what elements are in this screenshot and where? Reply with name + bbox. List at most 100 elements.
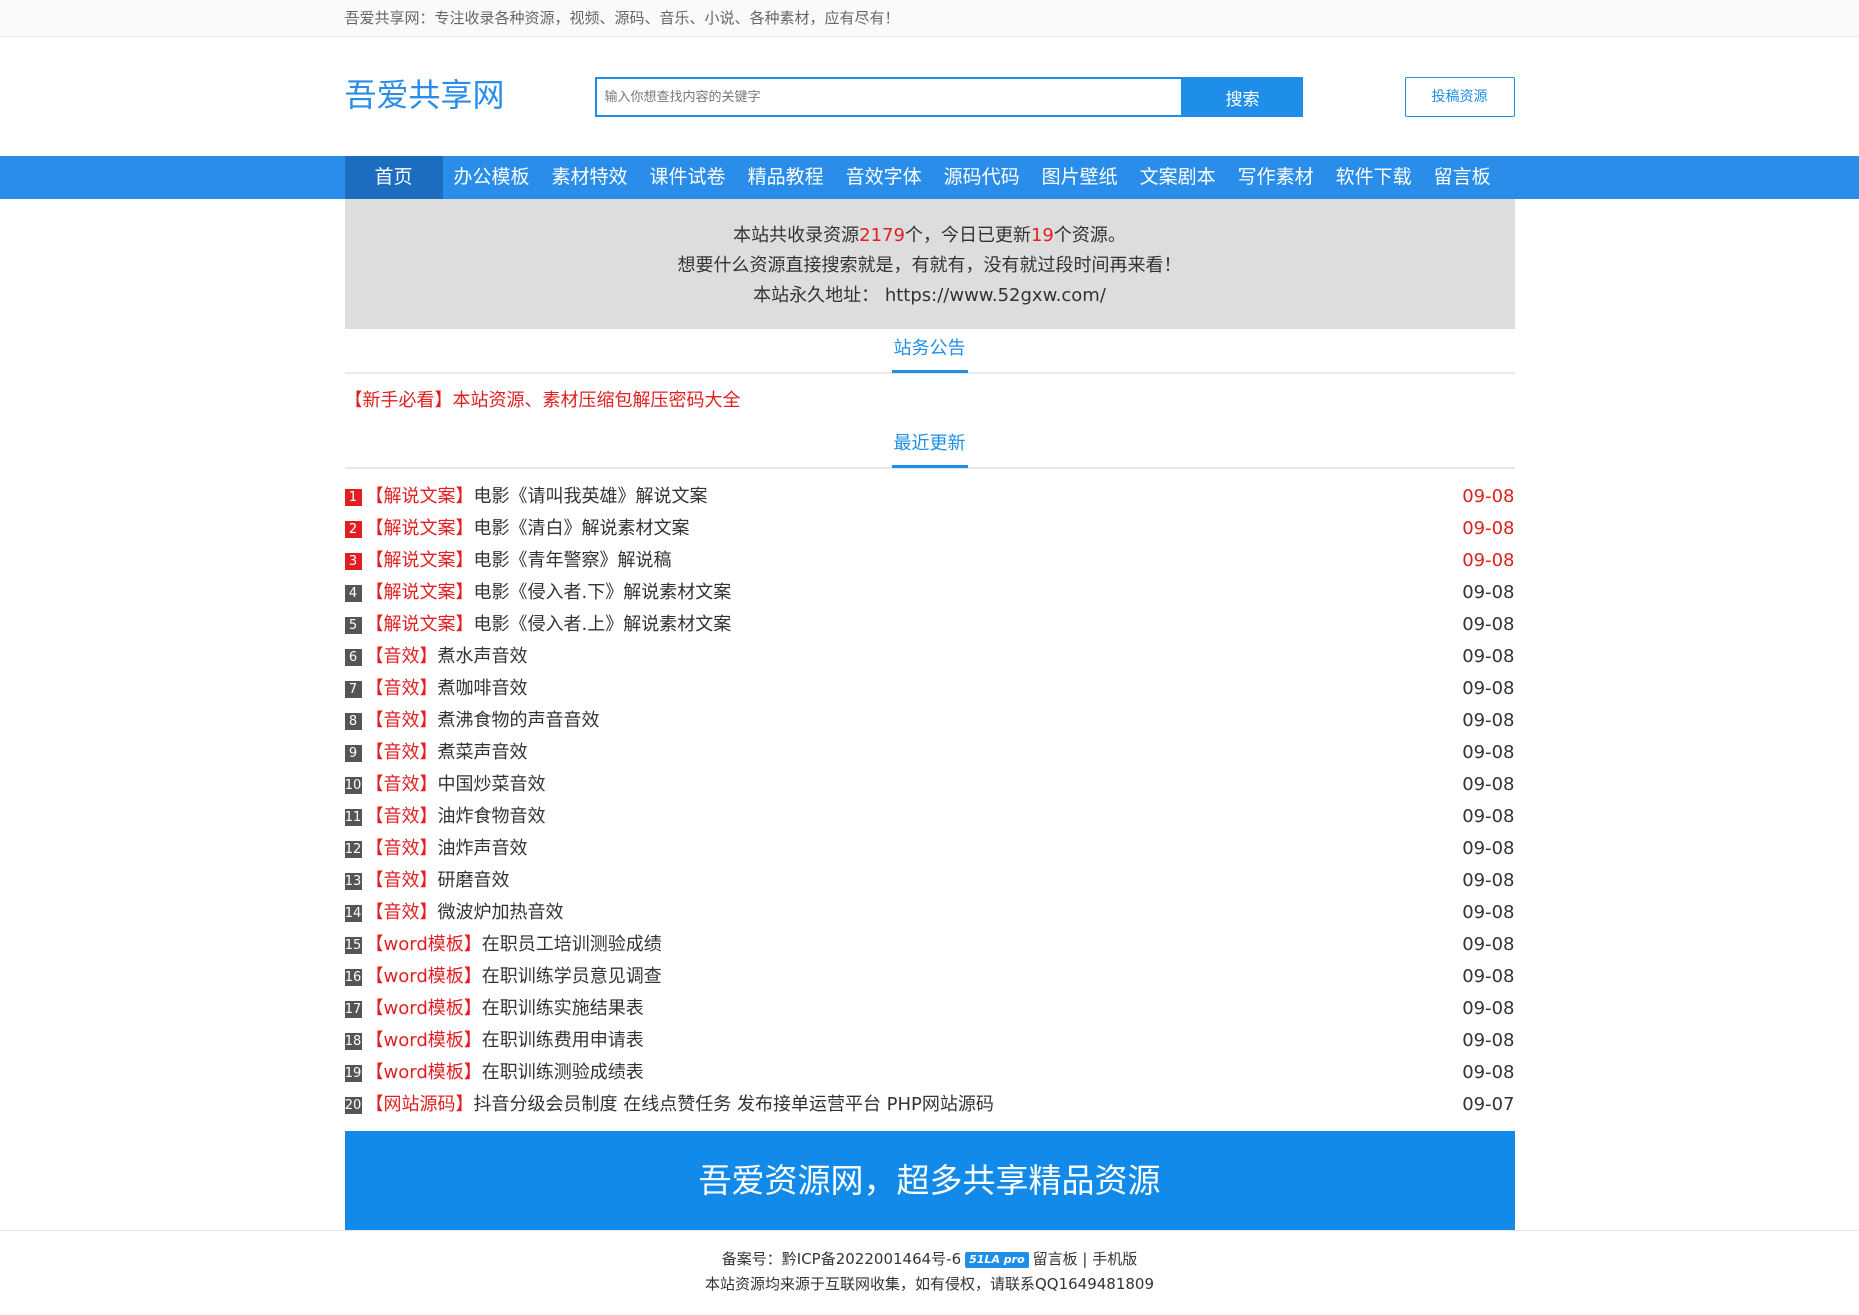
list-item-link[interactable]: 【音效】油炸食物音效	[366, 801, 546, 833]
nav-item-11[interactable]: 留言板	[1423, 156, 1502, 199]
category-tag: 【word模板】	[365, 966, 482, 987]
recent-list: 1 【解说文案】电影《请叫我英雄》解说文案 09-08 2 【解说文案】电影《清白》解说…	[344, 469, 1515, 1121]
nav-item-4[interactable]: 精品教程	[737, 156, 835, 199]
item-date: 09-07	[1462, 1094, 1515, 1115]
item-title: 煮沸食物的声音音效	[437, 710, 600, 731]
item-date: 09-08	[1462, 550, 1515, 571]
item-title: 中国炒菜音效	[437, 774, 546, 795]
rank-badge: 15	[344, 936, 362, 954]
stats-badge-icon[interactable]: 51LA pro	[965, 1251, 1029, 1268]
banner-text: 吾爱资源网，超多共享精品资源	[698, 1161, 1161, 1200]
rank-badge: 11	[344, 808, 362, 826]
list-item-link[interactable]: 【音效】煮菜声音效	[366, 737, 528, 769]
permanent-url-link[interactable]: https://www.52gxw.com/	[885, 285, 1106, 306]
category-tag: 【音效】	[365, 646, 438, 667]
item-date: 09-08	[1462, 1030, 1515, 1051]
category-tag: 【解说文案】	[365, 614, 474, 635]
list-item: 3 【解说文案】电影《青年警察》解说稿 09-08	[344, 545, 1515, 577]
search-form: 搜索	[594, 77, 1303, 117]
rank-badge: 16	[344, 968, 362, 986]
list-item: 1 【解说文案】电影《请叫我英雄》解说文案 09-08	[344, 481, 1515, 513]
item-title: 煮咖啡音效	[437, 678, 528, 699]
nav-item-1[interactable]: 办公模板	[443, 156, 541, 199]
nav-item-10[interactable]: 软件下载	[1325, 156, 1423, 199]
recent-section-header: 最近更新	[344, 424, 1515, 469]
list-item-link[interactable]: 【解说文案】电影《请叫我英雄》解说文案	[366, 481, 708, 513]
list-item: 13 【音效】研磨音效 09-08	[344, 865, 1515, 897]
stats-suffix: 个资源。	[1053, 225, 1126, 246]
notice-section-header: 站务公告	[344, 329, 1515, 374]
rank-badge: 8	[344, 712, 362, 730]
category-tag: 【音效】	[365, 870, 438, 891]
category-tag: 【音效】	[365, 710, 438, 731]
list-item-link[interactable]: 【word模板】在职训练测验成绩表	[366, 1057, 644, 1089]
promo-banner: 吾爱资源网，超多共享精品资源	[344, 1131, 1515, 1230]
footer-disclaimer: 本站资源均来源于互联网收集，如有侵权，请联系QQ1649481809	[704, 1275, 1155, 1293]
nav-item-9[interactable]: 写作素材	[1227, 156, 1325, 199]
list-item-link[interactable]: 【解说文案】电影《青年警察》解说稿	[366, 545, 672, 577]
list-item-link[interactable]: 【word模板】在职训练学员意见调查	[366, 961, 662, 993]
nav-item-5[interactable]: 音效字体	[835, 156, 933, 199]
nav-item-6[interactable]: 源码代码	[933, 156, 1031, 199]
list-item-link[interactable]: 【word模板】在职训练费用申请表	[366, 1025, 644, 1057]
footer-links[interactable]: 留言板 | 手机版	[1033, 1250, 1138, 1268]
list-item: 19 【word模板】在职训练测验成绩表 09-08	[344, 1057, 1515, 1089]
notice-link[interactable]: 【新手必看】本站资源、素材压缩包解压密码大全	[345, 390, 741, 411]
item-date: 09-08	[1462, 646, 1515, 667]
stats-prefix: 本站共收录资源	[733, 225, 860, 246]
category-tag: 【网站源码】	[365, 1094, 474, 1115]
site-slogan: 吾爱共享网：专注收录各种资源，视频、源码、音乐、小说、各种素材，应有尽有！	[344, 9, 900, 27]
rank-badge: 2	[344, 520, 362, 538]
list-item-link[interactable]: 【音效】煮沸食物的声音音效	[366, 705, 600, 737]
rank-badge: 3	[344, 552, 362, 570]
rank-badge: 1	[344, 488, 362, 506]
item-title: 油炸食物音效	[437, 806, 546, 827]
item-date: 09-08	[1462, 998, 1515, 1019]
rank-badge: 14	[344, 904, 362, 922]
list-item-link[interactable]: 【解说文案】电影《清白》解说素材文案	[366, 513, 690, 545]
search-input[interactable]	[594, 77, 1183, 117]
list-item-link[interactable]: 【网站源码】抖音分级会员制度 在线点赞任务 发布接单运营平台 PHP网站源码	[366, 1089, 994, 1121]
item-date: 09-08	[1462, 742, 1515, 763]
rank-badge: 5	[344, 616, 362, 634]
item-date: 09-08	[1462, 838, 1515, 859]
footer-line-1: 备案号：黔ICP备2022001464号-6 51LA pro 留言板 | 手机版	[0, 1247, 1859, 1272]
list-item-link[interactable]: 【音效】中国炒菜音效	[366, 769, 546, 801]
list-item-link[interactable]: 【音效】研磨音效	[366, 865, 510, 897]
item-date: 09-08	[1462, 966, 1515, 987]
category-tag: 【解说文案】	[365, 486, 474, 507]
nav-item-0[interactable]: 首页	[344, 156, 443, 199]
nav-item-3[interactable]: 课件试卷	[639, 156, 737, 199]
category-tag: 【解说文案】	[365, 582, 474, 603]
rank-badge: 9	[344, 744, 362, 762]
list-item: 20 【网站源码】抖音分级会员制度 在线点赞任务 发布接单运营平台 PHP网站源码…	[344, 1089, 1515, 1121]
item-date: 09-08	[1462, 678, 1515, 699]
item-title: 在职训练费用申请表	[481, 1030, 644, 1051]
submit-resource-button[interactable]: 投稿资源	[1404, 77, 1515, 117]
site-logo[interactable]: 吾爱共享网	[345, 75, 505, 115]
main-nav: 首页 办公模板 素材特效 课件试卷 精品教程 音效字体 源码代码 图片壁纸 文案剧本 写作素材 软件…	[0, 156, 1859, 199]
list-item-link[interactable]: 【解说文案】电影《侵入者.下》解说素材文案	[366, 577, 732, 609]
nav-item-8[interactable]: 文案剧本	[1129, 156, 1227, 199]
top-bar: 吾爱共享网：专注收录各种资源，视频、源码、音乐、小说、各种素材，应有尽有！	[0, 0, 1859, 37]
rank-badge: 4	[344, 584, 362, 602]
list-item-link[interactable]: 【音效】煮水声音效	[366, 641, 528, 673]
list-item-link[interactable]: 【音效】油炸声音效	[366, 833, 528, 865]
list-item-link[interactable]: 【音效】煮咖啡音效	[366, 673, 528, 705]
site-stats-line: 本站共收录资源2179个，今日已更新19个资源。	[345, 221, 1515, 251]
address-label: 本站永久地址：	[753, 285, 880, 306]
list-item: 11 【音效】油炸食物音效 09-08	[344, 801, 1515, 833]
list-item: 15 【word模板】在职员工培训测验成绩 09-08	[344, 929, 1515, 961]
list-item-link[interactable]: 【解说文案】电影《侵入者.上》解说素材文案	[366, 609, 732, 641]
list-item-link[interactable]: 【word模板】在职员工培训测验成绩	[366, 929, 662, 961]
icp-link[interactable]: 黔ICP备2022001464号-6	[782, 1250, 961, 1268]
list-item-link[interactable]: 【音效】微波炉加热音效	[366, 897, 564, 929]
search-button[interactable]: 搜索	[1182, 77, 1303, 117]
item-date: 09-08	[1462, 582, 1515, 603]
list-item-link[interactable]: 【word模板】在职训练实施结果表	[366, 993, 644, 1025]
nav-item-7[interactable]: 图片壁纸	[1031, 156, 1129, 199]
item-title: 电影《侵入者.下》解说素材文案	[473, 582, 732, 603]
nav-item-2[interactable]: 素材特效	[541, 156, 639, 199]
item-title: 在职员工培训测验成绩	[481, 934, 662, 955]
item-date: 09-08	[1462, 1062, 1515, 1083]
